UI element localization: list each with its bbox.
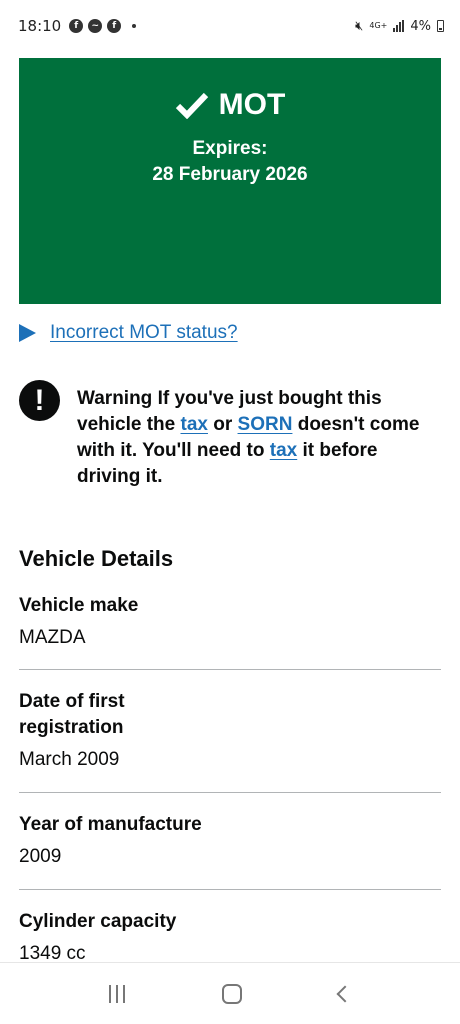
notification-icons: f ~ f [69,19,137,33]
detail-row-first-registration: Date of first registration March 2009 [19,689,149,773]
mute-icon: 🔇︎ [355,18,364,34]
recents-icon[interactable] [108,984,125,1003]
back-icon[interactable] [336,985,354,1002]
detail-value: MAZDA [19,627,86,648]
detail-key: Vehicle make [19,595,139,616]
detail-row-cylinder: Cylinder capacity 1349 cc [19,909,441,967]
expand-triangle-icon [19,324,36,342]
divider [19,669,441,670]
android-nav-bar [0,962,460,1024]
sorn-link[interactable]: SORN [238,414,293,435]
warning-text: Warning If you've just bought this vehic… [77,380,439,490]
mot-title: MOT [218,88,286,121]
detail-value: March 2009 [19,749,120,770]
expires-date: 28 February 2026 [152,164,308,185]
mot-expiry: Expires: 28 February 2026 [19,136,441,188]
detail-key: Year of manufacture [19,814,202,835]
detail-value: 2009 [19,846,62,867]
facebook-icon: f [107,19,122,33]
mot-heading: MOT [19,88,441,122]
incorrect-mot-details[interactable]: Incorrect MOT status? [19,322,238,344]
facebook-icon: f [69,19,84,33]
status-bar: 18:10 f ~ f 🔇︎ 4G+ 4% [0,0,460,52]
check-icon [175,92,208,119]
detail-key: Cylinder capacity [19,911,177,932]
warning-icon: ! [19,380,60,421]
system-icons: 🔇︎ 4G+ 4% [355,19,444,34]
network-type: 4G+ [369,21,388,30]
detail-key: Date of first registration [19,691,125,738]
mot-status-panel: MOT Expires: 28 February 2026 [19,58,441,304]
detail-row-year: Year of manufacture 2009 [19,812,441,870]
battery-percent: 4% [410,18,431,34]
divider [19,792,441,793]
tax-link[interactable]: tax [270,440,297,461]
more-notifications-icon [132,24,137,28]
divider [19,889,441,890]
messenger-icon: ~ [88,19,103,33]
home-icon[interactable] [221,983,242,1004]
detail-row-make: Vehicle make MAZDA [19,593,441,651]
signal-icon [393,20,405,32]
clock: 18:10 [18,17,62,35]
warning-callout: ! Warning If you've just bought this veh… [19,380,439,490]
incorrect-mot-link[interactable]: Incorrect MOT status? [50,322,238,344]
expires-label: Expires: [192,138,268,159]
tax-link[interactable]: tax [181,414,208,435]
warning-text-part: or [207,414,238,435]
battery-icon [437,20,444,32]
vehicle-details-heading: Vehicle Details [19,546,174,571]
